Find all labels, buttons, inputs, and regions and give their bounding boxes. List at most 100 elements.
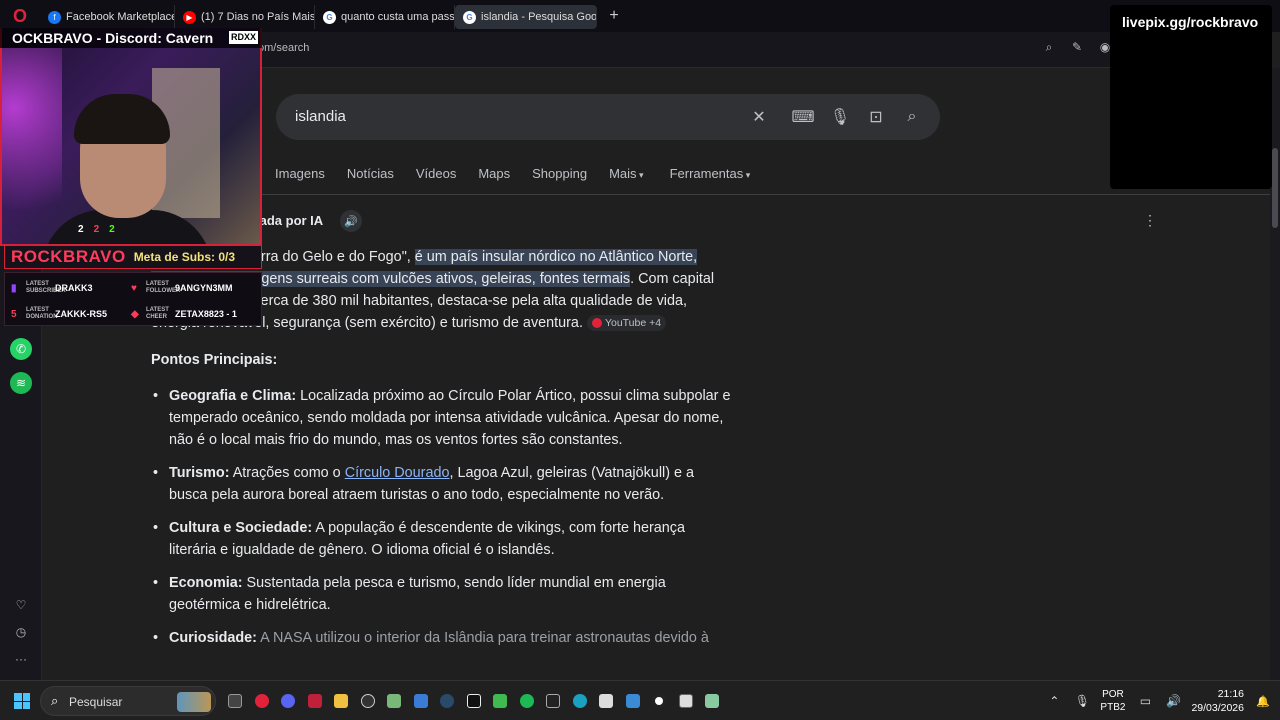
- lang-bottom: PTB2: [1100, 702, 1126, 713]
- brand-bar: ROCKBRAVO Meta de Subs: 0/3: [4, 245, 262, 269]
- url-field[interactable]: om/search: [258, 42, 309, 54]
- diamond-icon: ◆: [131, 308, 139, 320]
- spotify-icon[interactable]: ≋: [10, 372, 32, 394]
- circulo-dourado-link[interactable]: Círculo Dourado: [345, 465, 450, 481]
- mic-icon[interactable]: 🎙: [830, 107, 850, 127]
- taskbar-search[interactable]: ⌕ Pesquisar: [40, 686, 216, 716]
- tab-label: Facebook Marketplace | Fa: [66, 11, 175, 23]
- section-title: Pontos Principais:: [151, 352, 278, 368]
- edge-icon[interactable]: [567, 690, 594, 712]
- search-tabs: Imagens Notícias Vídeos Maps Shopping Ma…: [275, 166, 772, 181]
- more-icon[interactable]: ···: [10, 648, 32, 670]
- youtube-icon: [591, 318, 602, 329]
- notepad-icon[interactable]: [593, 690, 620, 712]
- google-icon: G: [323, 10, 336, 24]
- discord-icon[interactable]: [275, 690, 302, 712]
- lens-icon[interactable]: ⊡: [866, 107, 886, 127]
- app-green-icon[interactable]: [487, 690, 514, 712]
- media-player-icon[interactable]: [646, 690, 673, 712]
- app-red-icon[interactable]: [302, 690, 329, 712]
- rdx-badge: RDXX: [228, 31, 258, 44]
- youtube-icon: ▶: [183, 10, 196, 24]
- tab-videos[interactable]: Vídeos: [416, 166, 456, 181]
- obs-icon[interactable]: [355, 690, 382, 712]
- task-view-icon[interactable]: [222, 690, 249, 712]
- bullet-title: Curiosidade:: [169, 630, 257, 646]
- language-indicator[interactable]: POR PTB2: [1100, 688, 1125, 714]
- tab-facebook[interactable]: f Facebook Marketplace | Fa: [40, 5, 175, 29]
- search-input[interactable]: islandia: [295, 108, 346, 125]
- tab-maps[interactable]: Maps: [478, 166, 510, 181]
- search-highlight-art: [177, 692, 211, 712]
- taskbar-apps: [222, 690, 726, 712]
- chevron-up-icon[interactable]: ⌃: [1044, 694, 1064, 708]
- tab-shopping[interactable]: Shopping: [532, 166, 587, 181]
- search-icon: ⌕: [51, 693, 59, 708]
- bullet-text: Sustentada pela pesca e turismo, sendo l…: [169, 575, 666, 613]
- stat-tag: LATEST SUBSCRIBER: [26, 281, 66, 294]
- app-window-icon[interactable]: [699, 690, 726, 712]
- volume-icon[interactable]: 🔊: [1163, 694, 1183, 708]
- cam-stat: 2: [78, 224, 84, 235]
- tab-youtube[interactable]: ▶ (1) 7 Dias no País Mais De: [175, 5, 315, 29]
- tab-google-passagem[interactable]: G quanto custa uma passag: [315, 5, 455, 29]
- new-tab-button[interactable]: +: [603, 5, 625, 27]
- history-icon[interactable]: ◷: [10, 621, 32, 643]
- clock-date: 29/03/2026: [1191, 702, 1244, 714]
- keyboard-icon[interactable]: ⌨: [791, 107, 814, 127]
- windows-start-icon[interactable]: [14, 693, 30, 709]
- tab-tools[interactable]: Ferramentas: [670, 166, 751, 181]
- google-icon: G: [463, 10, 476, 24]
- list-item: Curiosidade: A NASA utilizou o interior …: [153, 627, 733, 649]
- tab-images[interactable]: Imagens: [275, 166, 325, 181]
- edit-icon[interactable]: ✎: [1070, 40, 1084, 54]
- search-box[interactable]: islandia ✕ ⌨ 🎙 ⊡ ⌕: [276, 94, 940, 140]
- notification-bell-icon[interactable]: 🔔: [1256, 695, 1274, 708]
- speaker-icon[interactable]: 🔊: [340, 210, 362, 232]
- tab-label: islandia - Pesquisa Google: [481, 11, 597, 23]
- spotify-icon[interactable]: [514, 690, 541, 712]
- cam-stat: 2: [93, 224, 100, 235]
- clear-icon[interactable]: ✕: [749, 107, 769, 127]
- store-icon[interactable]: [408, 690, 435, 712]
- cam-stat: 2: [109, 224, 115, 235]
- search-icon[interactable]: ⌕: [902, 107, 922, 127]
- source-chip[interactable]: YouTube +4: [586, 315, 667, 332]
- tab-news[interactable]: Notícias: [347, 166, 394, 181]
- capcut-icon[interactable]: [461, 690, 488, 712]
- checkbox-app-icon[interactable]: [673, 690, 700, 712]
- stream-stats: ▮ LATEST SUBSCRIBER DRAKK3 ♥ LATEST FOLL…: [4, 272, 262, 326]
- address-bar-actions: ⌕ ✎ ◉: [1042, 40, 1112, 55]
- whatsapp-icon[interactable]: ✆: [10, 338, 32, 360]
- terminal-icon[interactable]: [540, 690, 567, 712]
- document-icon[interactable]: [620, 690, 647, 712]
- settings-icon[interactable]: [381, 690, 408, 712]
- kebab-menu-icon[interactable]: ⋮: [1143, 212, 1157, 229]
- clock[interactable]: 21:16 29/03/2026: [1191, 687, 1244, 715]
- subs-goal: Meta de Subs: 0/3: [133, 250, 236, 264]
- webcam-title-text: OCKBRAVO - Discord: Cavern: [12, 30, 214, 46]
- heart-icon[interactable]: ♡: [10, 594, 32, 616]
- clock-time: 21:16: [1217, 688, 1244, 700]
- latest-subscriber: ▮ LATEST SUBSCRIBER DRAKK3: [11, 281, 93, 295]
- latest-donation: 5 LATEST DONATION ZAKKK-RS5: [11, 307, 107, 321]
- heart-icon: ♥: [131, 282, 137, 294]
- opera-icon[interactable]: [249, 690, 276, 712]
- tab-google-islandia[interactable]: G islandia - Pesquisa Google: [455, 5, 597, 29]
- network-icon[interactable]: ▭: [1135, 694, 1155, 708]
- tab-label: quanto custa uma passag: [341, 11, 455, 23]
- stat-value: ZAKKK-RS5: [55, 309, 108, 319]
- webcam-overlay: 2 2 2: [0, 28, 262, 246]
- taskbar-search-placeholder: Pesquisar: [69, 695, 123, 709]
- mic-icon[interactable]: 🎙: [1072, 694, 1092, 708]
- zoom-icon[interactable]: ⌕: [1042, 40, 1056, 54]
- tab-more[interactable]: Mais: [609, 166, 643, 181]
- latest-follower: ♥ LATEST FOLLOWER 9ANGYN3MM: [131, 281, 233, 295]
- file-explorer-icon[interactable]: [328, 690, 355, 712]
- facebook-icon: f: [48, 10, 61, 24]
- list-item: Turismo: Atrações como o Círculo Dourado…: [153, 462, 733, 506]
- scroll-thumb[interactable]: [1272, 148, 1278, 228]
- bullet-title: Cultura e Sociedade:: [169, 520, 313, 536]
- steam-icon[interactable]: [434, 690, 461, 712]
- stat-value: ZETAX8823 - 1: [175, 309, 237, 319]
